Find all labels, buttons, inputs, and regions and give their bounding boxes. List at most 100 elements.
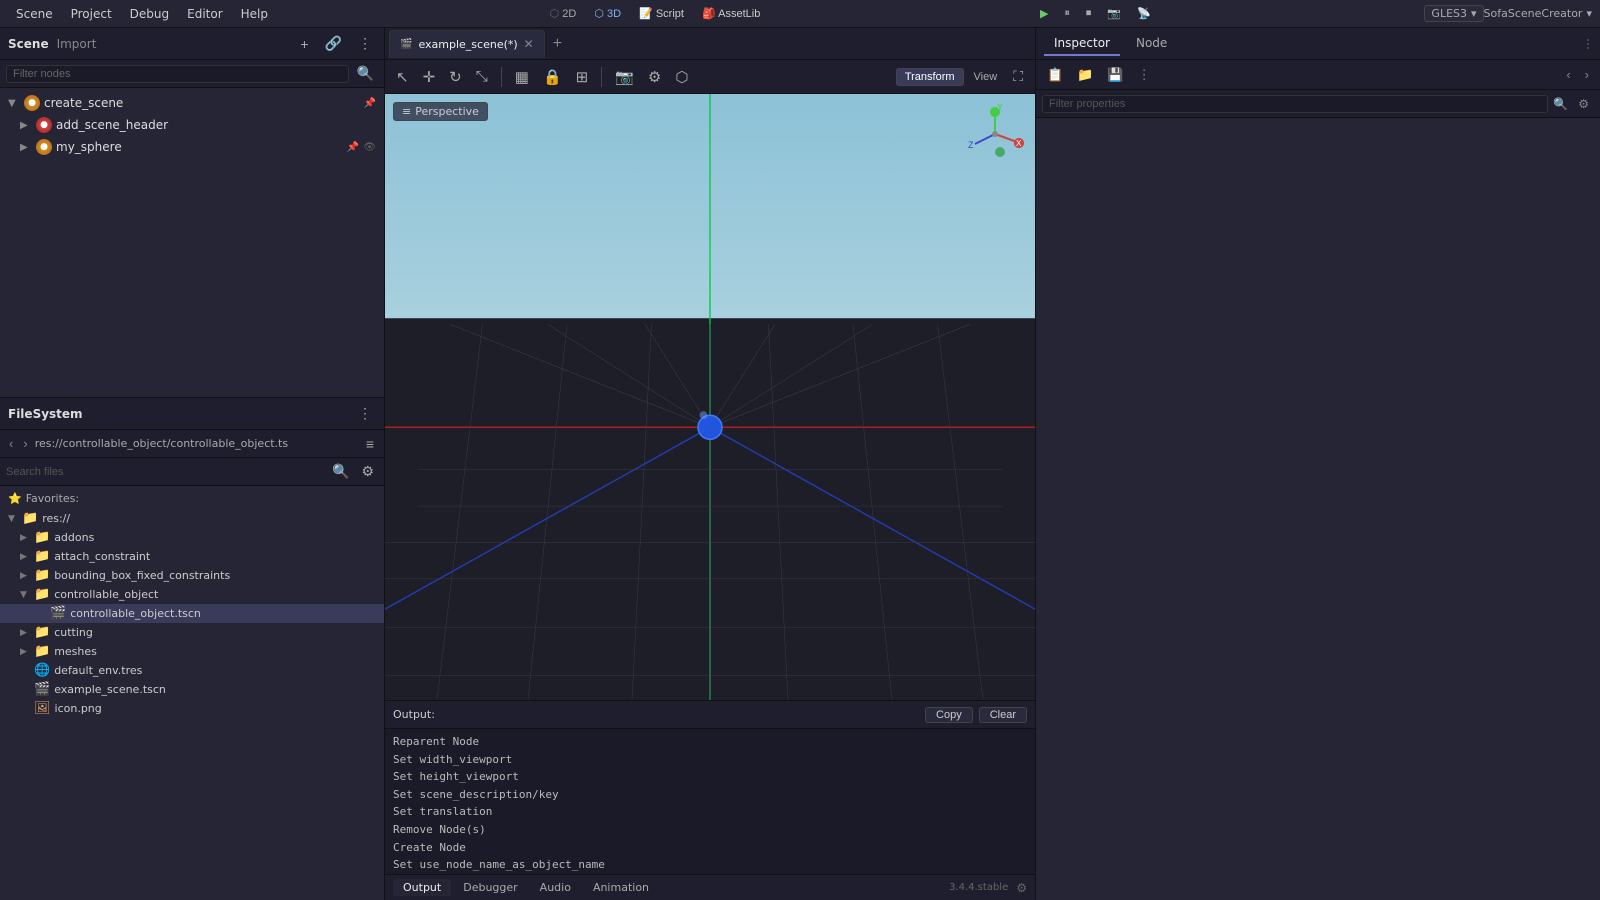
scene-filter-input[interactable]	[6, 65, 349, 83]
view-3d-button[interactable]: ⬡ 3D	[588, 5, 627, 22]
output-tab-animation[interactable]: Animation	[583, 879, 659, 896]
output-line-3: Set scene_description/key	[393, 786, 1027, 804]
filter-props-input[interactable]	[1042, 95, 1548, 113]
mesh-tool-btn[interactable]: ⬡	[670, 66, 693, 88]
fs-item-controllable-object[interactable]: ▼ 📁 controllable_object	[0, 585, 384, 604]
tree-item-add-scene-header[interactable]: ▶ ● add_scene_header	[0, 114, 384, 136]
group-tool-btn[interactable]: ⊞	[571, 66, 594, 88]
menu-editor[interactable]: Editor	[179, 5, 231, 23]
center-panel: 🎬 example_scene(*) ✕ + ↖ ✛ ↻ ⤡ ▦ 🔒 ⊞ 📷 ⚙…	[385, 28, 1035, 900]
gles3-badge[interactable]: GLES3 ▾	[1424, 5, 1483, 22]
fs-filter-btn[interactable]: ⚙	[357, 462, 378, 481]
fs-label-addons: addons	[54, 531, 94, 544]
tab-close-btn[interactable]: ✕	[524, 37, 534, 51]
inspector-save-btn[interactable]: 💾	[1102, 65, 1128, 85]
fs-item-cutting[interactable]: ▶ 📁 cutting	[0, 623, 384, 642]
menu-scene[interactable]: Scene	[8, 5, 61, 23]
fs-expand-res: ▼	[8, 514, 18, 524]
camera-tool-btn[interactable]: 📷	[610, 66, 639, 88]
rotate-tool-btn[interactable]: ↻	[444, 66, 467, 88]
fs-item-default-env[interactable]: 🌐 default_env.tres	[0, 661, 384, 680]
menu-project[interactable]: Project	[63, 5, 120, 23]
fs-item-controllable-tscn[interactable]: 🎬 controllable_object.tscn	[0, 604, 384, 623]
inspector-folder-btn[interactable]: 📁	[1072, 65, 1098, 85]
fs-item-icon-png[interactable]: 🖼 icon.png	[0, 699, 384, 718]
svg-text:X: X	[1016, 139, 1022, 148]
expand-arrow-add-scene-header: ▶	[20, 120, 32, 131]
inspector-more-btn[interactable]: ⋮	[1133, 65, 1156, 85]
import-title[interactable]: Import	[57, 37, 97, 51]
toolbar-separator-1	[501, 67, 502, 87]
output-tab-audio[interactable]: Audio	[530, 879, 581, 896]
scene-menu-btn[interactable]: ⋮	[354, 34, 376, 53]
props-search-icon[interactable]: 🔍	[1548, 95, 1573, 113]
remote-button[interactable]: 📡	[1131, 5, 1157, 22]
tree-item-create-scene[interactable]: ▼ ● create_scene 📌	[0, 92, 384, 114]
fs-back-btn[interactable]: ‹	[6, 436, 16, 451]
scene-link-btn[interactable]: 🔗	[321, 34, 346, 53]
script-button[interactable]: 📝 Script	[633, 5, 690, 22]
scene-filter-search-icon[interactable]: 🔍	[353, 64, 378, 83]
lock-tool-btn[interactable]: 🔒	[538, 66, 567, 88]
fs-item-meshes[interactable]: ▶ 📁 meshes	[0, 642, 384, 661]
select-tool-btn[interactable]: ↖	[391, 66, 414, 88]
tree-item-my-sphere[interactable]: ▶ ● my_sphere 📌 👁	[0, 136, 384, 158]
fs-search-btn[interactable]: 🔍	[328, 462, 353, 481]
inspector-tab-node[interactable]: Node	[1126, 32, 1177, 56]
camera-button[interactable]: 📷	[1101, 5, 1127, 22]
snap-tool-btn[interactable]: ▦	[510, 66, 534, 88]
props-filter-icon[interactable]: ⚙	[1573, 95, 1594, 113]
output-settings-icon[interactable]: ⚙	[1016, 881, 1027, 895]
pin-icon-create-scene: 📌	[364, 98, 376, 109]
scene-file-icon-ctrl: 🎬	[50, 606, 66, 621]
fs-item-attach-constraint[interactable]: ▶ 📁 attach_constraint	[0, 547, 384, 566]
top-menubar: Scene Project Debug Editor Help ⬡ 2D ⬡ 3…	[0, 0, 1600, 28]
gles3-chevron: ▾	[1471, 7, 1477, 20]
move-tool-btn[interactable]: ✛	[418, 66, 441, 88]
fs-search-input[interactable]	[6, 466, 324, 478]
output-header: Output: Copy Clear	[385, 701, 1035, 729]
clear-btn[interactable]: Clear	[979, 707, 1027, 723]
inspector-nav-back[interactable]: ‹	[1561, 65, 1575, 84]
filesystem-header: FileSystem ⋮	[0, 398, 384, 430]
viewport-svg	[385, 94, 1035, 700]
fs-menu-btn[interactable]: ⋮	[354, 404, 376, 423]
inspector-nav-forward[interactable]: ›	[1580, 65, 1594, 84]
fs-path-text: res://controllable_object/controllable_o…	[35, 437, 358, 450]
filesystem-section: FileSystem ⋮ ‹ › res://controllable_obje…	[0, 398, 384, 900]
output-tab-debugger[interactable]: Debugger	[453, 879, 527, 896]
tab-example-scene[interactable]: 🎬 example_scene(*) ✕	[389, 30, 545, 58]
pause-button[interactable]: ⏸	[1058, 5, 1076, 22]
scale-tool-btn[interactable]: ⤡	[471, 66, 493, 87]
gizmo-svg: Y Z X	[965, 104, 1025, 164]
fs-expand-addons: ▶	[20, 533, 30, 543]
light-tool-btn[interactable]: ⚙	[643, 66, 666, 88]
fs-forward-btn[interactable]: ›	[20, 436, 30, 451]
node-icon-create-scene: ●	[24, 95, 40, 111]
menu-debug[interactable]: Debug	[122, 5, 177, 23]
fs-item-addons[interactable]: ▶ 📁 addons	[0, 528, 384, 547]
tab-add-btn[interactable]: +	[547, 35, 568, 53]
transform-btn[interactable]: Transform	[896, 68, 964, 86]
view-btn[interactable]: View	[968, 69, 1004, 85]
copy-btn[interactable]: Copy	[925, 707, 973, 723]
maximize-btn[interactable]: ⛶	[1007, 66, 1029, 87]
fs-layout-btn[interactable]: ≡	[362, 435, 378, 453]
output-tab-output[interactable]: Output	[393, 879, 451, 896]
fs-item-example-scene[interactable]: 🎬 example_scene.tscn	[0, 680, 384, 699]
fs-item-bounding-box[interactable]: ▶ 📁 bounding_box_fixed_constraints	[0, 566, 384, 585]
stop-button[interactable]: ⏹	[1080, 5, 1098, 22]
play-button[interactable]: ▶	[1034, 5, 1054, 22]
img-icon-icon-png: 🖼	[34, 701, 51, 716]
favorites-label: Favorites:	[26, 492, 79, 505]
inspector-history-btn[interactable]: 📋	[1042, 65, 1068, 85]
inspector-tab-inspector[interactable]: Inspector	[1044, 32, 1120, 56]
output-label: Output:	[393, 708, 435, 721]
fs-item-res[interactable]: ▼ 📁 res://	[0, 509, 384, 528]
assetlib-button[interactable]: 🎒 AssetLib	[696, 5, 766, 22]
scene-section: Scene Import + 🔗 ⋮ 🔍 ▼ ● create_scene 📌	[0, 28, 384, 398]
menu-help[interactable]: Help	[233, 5, 276, 23]
view-2d-button[interactable]: ⬡ 2D	[544, 5, 583, 22]
resize-handle[interactable]	[1584, 39, 1592, 49]
scene-add-btn[interactable]: +	[296, 35, 312, 53]
